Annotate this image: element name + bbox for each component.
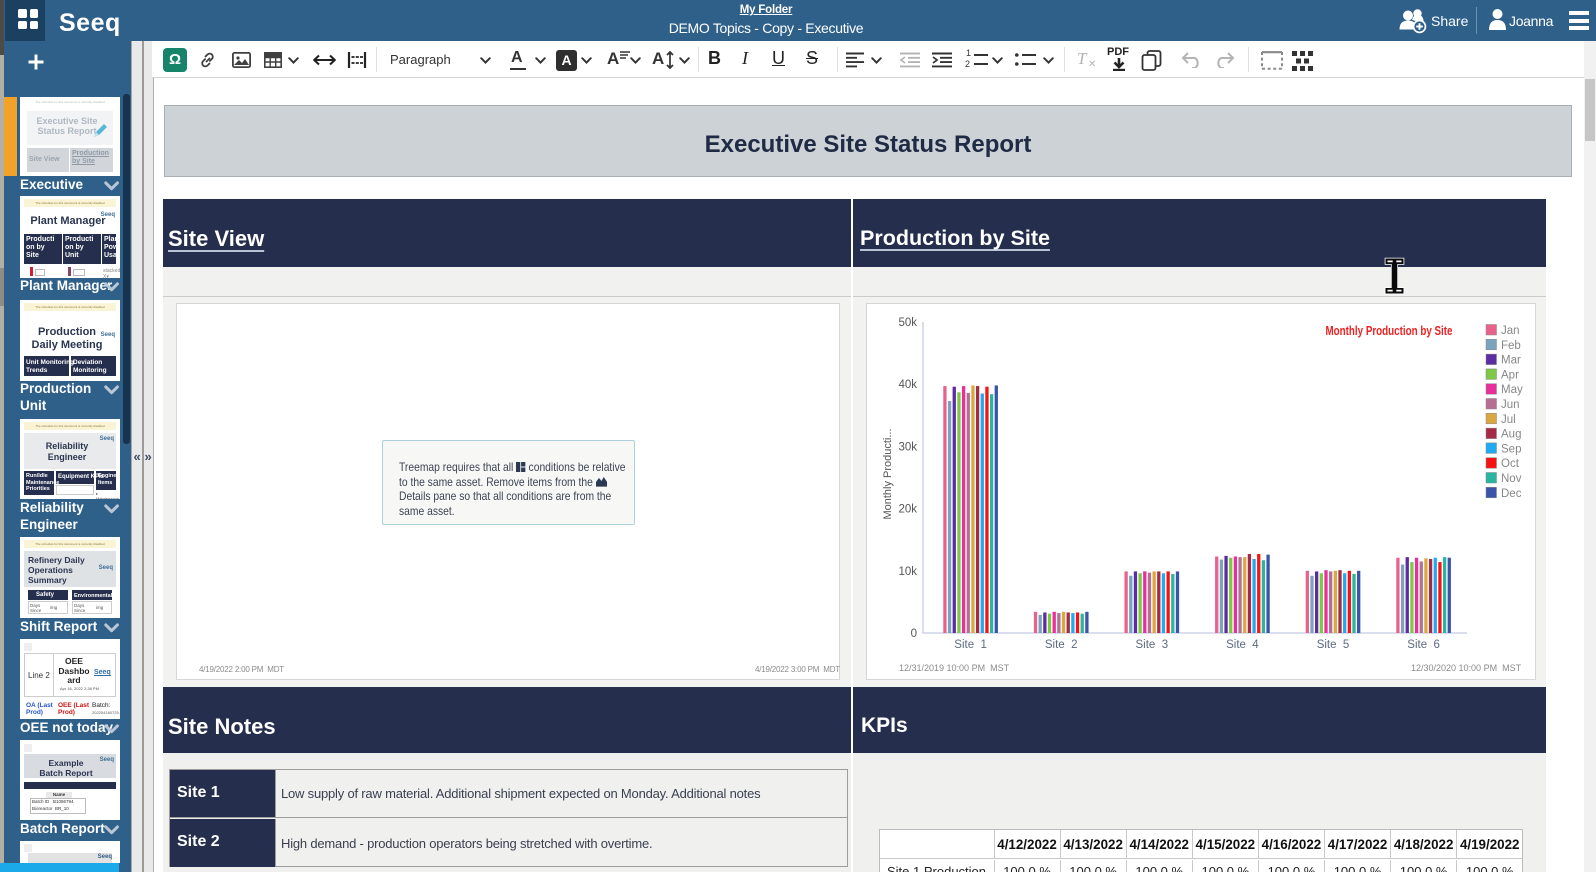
svg-text:Site 2: Site 2 bbox=[1045, 639, 1078, 651]
svg-text:Nov: Nov bbox=[1501, 473, 1522, 485]
svg-text:Site 5: Site 5 bbox=[1317, 639, 1350, 651]
svg-text:Jun: Jun bbox=[1501, 399, 1520, 411]
svg-text:Site 1: Site 1 bbox=[954, 639, 987, 651]
svg-text:May: May bbox=[1501, 384, 1523, 396]
svg-text:Monthly Producti...: Monthly Producti... bbox=[882, 428, 894, 519]
svg-text:Jul: Jul bbox=[1501, 414, 1516, 426]
svg-text:Dec: Dec bbox=[1501, 488, 1522, 500]
svg-text:20k: 20k bbox=[898, 504, 917, 516]
svg-text:Feb: Feb bbox=[1501, 340, 1521, 352]
svg-text:Apr: Apr bbox=[1501, 369, 1519, 381]
svg-text:Aug: Aug bbox=[1501, 429, 1521, 441]
svg-text:0: 0 bbox=[911, 628, 917, 640]
svg-text:Site 4: Site 4 bbox=[1226, 639, 1259, 651]
svg-text:10k: 10k bbox=[898, 566, 917, 578]
svg-text:Site 6: Site 6 bbox=[1407, 639, 1440, 651]
svg-text:50k: 50k bbox=[898, 317, 917, 329]
svg-text:40k: 40k bbox=[898, 379, 917, 391]
svg-text:Site 3: Site 3 bbox=[1135, 639, 1168, 651]
svg-text:30k: 30k bbox=[898, 441, 917, 453]
svg-text:Mar: Mar bbox=[1501, 355, 1521, 367]
svg-text:Oct: Oct bbox=[1501, 458, 1520, 470]
svg-text:Sep: Sep bbox=[1501, 443, 1521, 455]
svg-text:Monthly Production by Site: Monthly Production by Site bbox=[1326, 324, 1453, 338]
svg-text:Jan: Jan bbox=[1501, 325, 1520, 337]
